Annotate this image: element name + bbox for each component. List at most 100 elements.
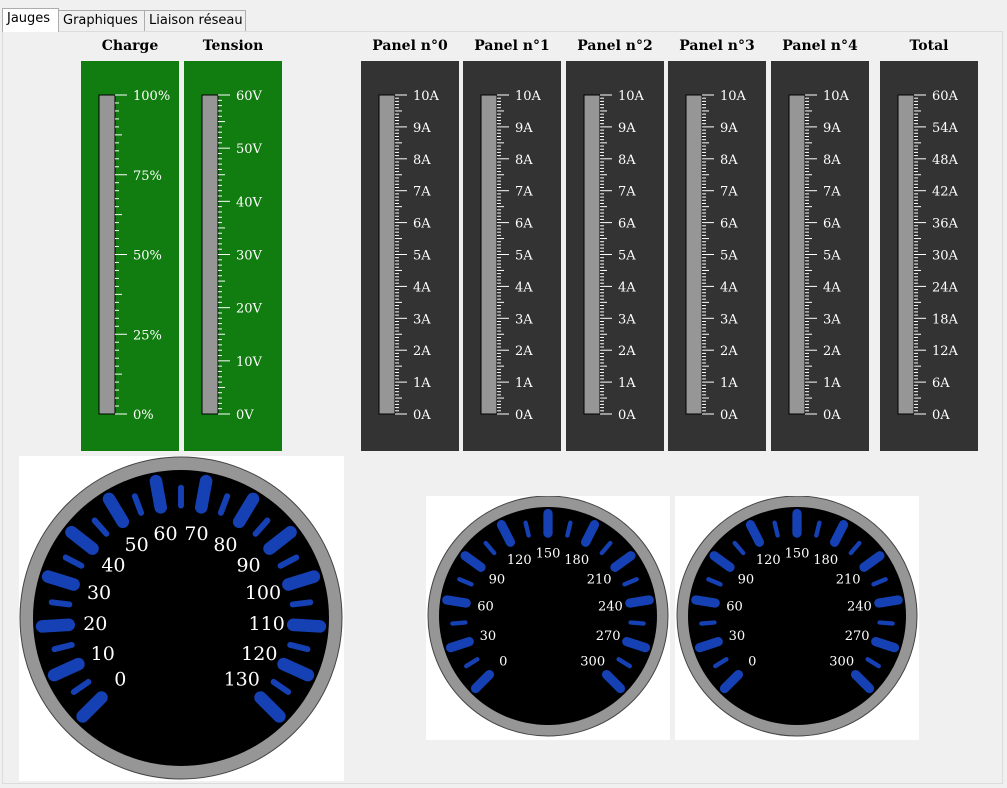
dial-label: 300 xyxy=(829,654,854,669)
speed-dial-medium-2: 0 30 60 90 120 150 180 210 240 270 300 xyxy=(675,495,919,740)
bar-gauge-panel-4: 10A 9A 8A 7A 6A 5A 4A 3A 2A 1A 0A xyxy=(771,61,869,451)
gauge-label: 2A xyxy=(618,344,636,359)
gauge-label: 10A xyxy=(413,89,440,104)
dial-label: 210 xyxy=(836,572,861,587)
dial-minor-tick xyxy=(699,620,717,626)
bar-gauge-svg: 10A 9A 8A 7A 6A 5A 4A 3A 2A 1A 0A xyxy=(788,89,850,423)
dial-label: 240 xyxy=(847,600,872,615)
dial-label: 90 xyxy=(236,555,260,577)
gauge-label: 1A xyxy=(618,376,636,391)
gauge-label: 9A xyxy=(515,121,533,136)
gauge-label: 6A xyxy=(932,376,950,391)
dial-minor-tick xyxy=(877,620,895,626)
gauge-label: 50V xyxy=(236,142,263,157)
dial-label: 60 xyxy=(477,600,494,615)
gauge-track xyxy=(897,94,915,415)
bar-gauge-svg: 60V 50V 40V 30V 20V 10V 0V xyxy=(201,89,263,423)
gauge-label: 36A xyxy=(932,217,959,232)
dial-label: 110 xyxy=(249,613,285,635)
dial-label: 150 xyxy=(536,546,561,561)
dial-label: 270 xyxy=(596,629,621,644)
dial-label: 130 xyxy=(224,668,260,690)
dial-label: 30 xyxy=(480,629,497,644)
dial-label: 240 xyxy=(598,600,623,615)
gauge-label: 8A xyxy=(515,153,533,168)
gauge-label: 2A xyxy=(515,344,533,359)
dial-svg: 0 10 20 30 4050 60 70 8090 100 110 120 130 xyxy=(19,456,343,780)
gauge-label: 12A xyxy=(932,344,959,359)
bar-gauge-svg: 100% 75% 50% 25% 0% xyxy=(98,89,170,423)
gauge-label: 30V xyxy=(236,249,263,264)
bar-gauge-svg: 10A 9A 8A 7A 6A 5A 4A 3A 2A 1A 0A xyxy=(378,89,440,423)
gauge-label: 7A xyxy=(720,185,738,200)
gauge-title-panel-0: Panel n°0 xyxy=(372,38,448,54)
dial-major-tick xyxy=(622,636,651,653)
dial-svg: 0306090120 150 180210240270300 xyxy=(676,495,918,737)
dial-major-tick xyxy=(282,570,321,591)
gauge-label: 40V xyxy=(236,195,263,210)
dial-label: 60 xyxy=(153,523,177,545)
gauge-title-panel-4: Panel n°4 xyxy=(782,38,858,54)
tab-jauges[interactable]: Jauges xyxy=(2,8,59,32)
dial-minor-tick xyxy=(565,520,573,538)
gauge-label: 5A xyxy=(413,249,431,264)
dial-label: 180 xyxy=(564,553,589,568)
gauge-label: 9A xyxy=(618,121,636,136)
gauge-label: 75% xyxy=(133,169,162,184)
gauge-label: 0A xyxy=(618,408,636,423)
gauge-label: 8A xyxy=(720,153,738,168)
gauge-label: 24A xyxy=(932,280,959,295)
gauge-label: 4A xyxy=(720,280,738,295)
dial-minor-tick xyxy=(450,620,468,626)
tab-liaison-reseau[interactable]: Liaison réseau xyxy=(144,10,246,31)
dial-label: 10 xyxy=(91,643,115,665)
dial-label: 0 xyxy=(499,654,507,669)
dial-label: 120 xyxy=(241,643,277,665)
dial-label: 20 xyxy=(83,613,107,635)
gauge-label: 0A xyxy=(720,408,738,423)
dial-major-tick xyxy=(442,595,471,608)
gauge-label: 10A xyxy=(618,89,645,104)
dial-label: 100 xyxy=(245,582,281,604)
gauge-label: 42A xyxy=(932,185,959,200)
dial-minor-tick xyxy=(48,599,73,608)
gauge-label: 5A xyxy=(823,249,841,264)
gauge-label: 4A xyxy=(515,280,533,295)
bar-gauge-total: 60A 54A 48A 42A 36A 30A 24A 18A 12A 6A 0A xyxy=(880,61,978,451)
gauge-label: 9A xyxy=(823,121,841,136)
gauge-track xyxy=(788,94,806,415)
gauge-track xyxy=(480,94,498,415)
gauge-track xyxy=(378,94,396,415)
gauge-label: 3A xyxy=(515,312,533,327)
gauge-label: 10A xyxy=(823,89,850,104)
gauge-label: 6A xyxy=(413,217,431,232)
bar-gauge-svg: 10A 9A 8A 7A 6A 5A 4A 3A 2A 1A 0A xyxy=(480,89,542,423)
bar-gauge-panel-1: 10A 9A 8A 7A 6A 5A 4A 3A 2A 1A 0A xyxy=(463,61,561,451)
dial-minor-tick xyxy=(51,641,75,653)
gauge-title-panel-3: Panel n°3 xyxy=(679,38,755,54)
gauge-label: 1A xyxy=(823,376,841,391)
dial-label: 70 xyxy=(184,523,208,545)
gauge-label: 9A xyxy=(413,121,431,136)
dial-label: 150 xyxy=(785,546,810,561)
dial-label: 0 xyxy=(114,668,126,690)
gauge-label: 2A xyxy=(720,344,738,359)
gauge-label: 8A xyxy=(413,153,431,168)
gauge-label: 60A xyxy=(932,89,959,104)
dial-major-tick xyxy=(445,636,474,653)
gauge-label: 0V xyxy=(236,408,254,423)
gauge-label: 2A xyxy=(413,344,431,359)
gauge-title-tension: Tension xyxy=(202,38,264,54)
dial-label: 30 xyxy=(729,629,746,644)
bar-gauge-svg: 60A 54A 48A 42A 36A 30A 24A 18A 12A 6A 0A xyxy=(897,89,959,423)
gauge-label: 2A xyxy=(823,344,841,359)
gauge-label: 1A xyxy=(515,376,533,391)
gauge-label: 5A xyxy=(618,249,636,264)
dial-label: 90 xyxy=(489,572,506,587)
dial-major-tick xyxy=(35,618,76,633)
dial-face xyxy=(688,507,906,725)
dial-minor-tick xyxy=(523,520,531,538)
tab-graphiques[interactable]: Graphiques xyxy=(58,10,145,31)
gauge-label: 0A xyxy=(932,408,950,423)
dial-minor-tick xyxy=(772,520,780,538)
